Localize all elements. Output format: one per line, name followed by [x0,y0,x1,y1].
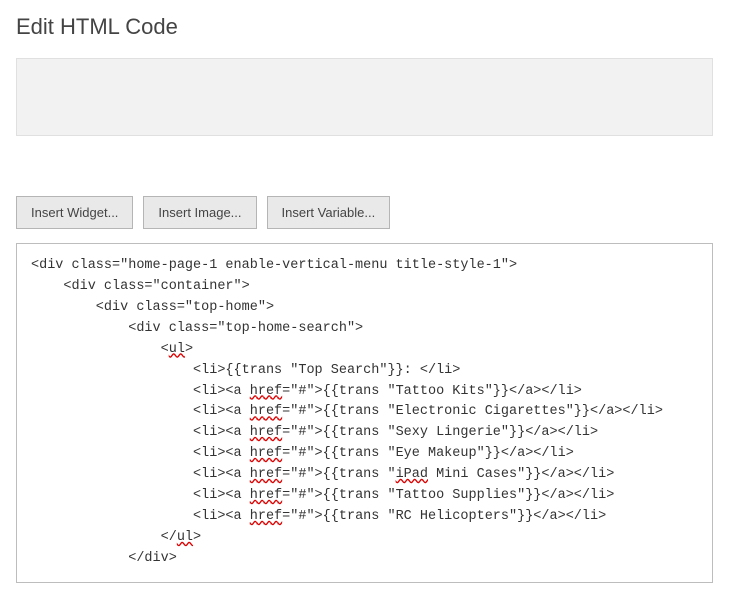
code-line: <div class="top-home"> [31,298,698,319]
code-line: <li><a href="#">{{trans "Tattoo Kits"}}<… [31,382,698,403]
insert-variable-button[interactable]: Insert Variable... [267,196,391,229]
code-line: <li><a href="#">{{trans "RC Helicopters"… [31,507,698,528]
code-line: <li>{{trans "Top Search"}}: </li> [31,361,698,382]
code-line: <div class="container"> [31,277,698,298]
code-line: <li><a href="#">{{trans "Eye Makeup"}}</… [31,444,698,465]
code-line: <li><a href="#">{{trans "Tattoo Supplies… [31,486,698,507]
html-code-editor[interactable]: <div class="home-page-1 enable-vertical-… [16,243,713,583]
code-line: <li><a href="#">{{trans "iPad Mini Cases… [31,465,698,486]
code-line: <li><a href="#">{{trans "Sexy Lingerie"}… [31,423,698,444]
code-line: <ul> [31,340,698,361]
insert-widget-button[interactable]: Insert Widget... [16,196,133,229]
editor-toolbar: Insert Widget... Insert Image... Insert … [16,196,713,229]
code-line: <div class="home-page-1 enable-vertical-… [31,256,698,277]
code-line: </div> [31,549,698,570]
code-line: <li><a href="#">{{trans "Electronic Ciga… [31,402,698,423]
code-line: <div class="top-home-search"> [31,319,698,340]
insert-image-button[interactable]: Insert Image... [143,196,256,229]
empty-panel [16,58,713,136]
code-line: </ul> [31,528,698,549]
page-title: Edit HTML Code [16,14,713,40]
